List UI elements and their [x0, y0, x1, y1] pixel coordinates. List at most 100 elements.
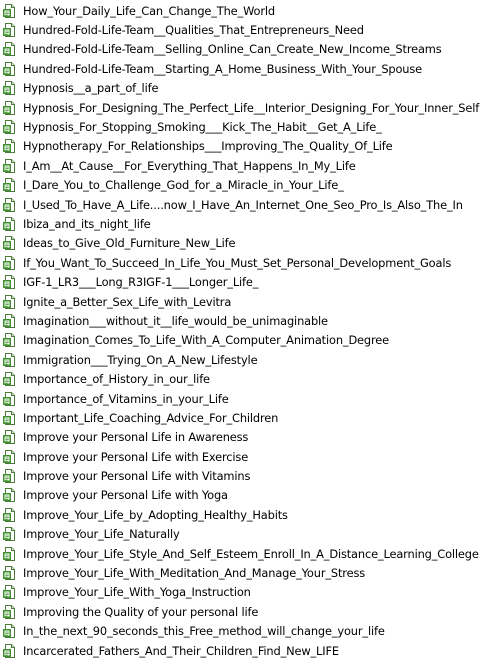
file-name: Immigration___Trying_On_A_New_Lifestyle — [23, 352, 258, 367]
text-document-icon — [3, 430, 15, 445]
text-document-icon — [3, 23, 15, 38]
file-list-item[interactable]: Incarcerated_Fathers_And_Their_Children_… — [0, 641, 500, 660]
text-document-icon — [3, 197, 15, 212]
file-list: How_Your_Daily_Life_Can_Change_The_World… — [0, 0, 500, 665]
file-list-item[interactable]: Improve your Personal Life with Exercise — [0, 447, 500, 466]
file-name: How_Your_Daily_Life_Can_Change_The_World — [23, 3, 275, 18]
file-name: Hundred-Fold-Life-Team__Qualities_That_E… — [23, 23, 364, 38]
file-list-item[interactable]: I_Am__At_Cause__For_Everything_That_Happ… — [0, 156, 500, 175]
file-list-item[interactable]: Hypnotherapy_For_Relationships___Improvi… — [0, 137, 500, 156]
file-list-item[interactable]: Improving the Quality of your personal l… — [0, 602, 500, 621]
file-list-item[interactable]: Imagination___without_it__life_would_be_… — [0, 311, 500, 330]
file-name: Incarcerated_Fathers_And_Their_Children_… — [23, 643, 339, 658]
file-name: Hypnosis_For_Designing_The_Perfect_Life_… — [23, 100, 480, 115]
text-document-icon — [3, 236, 15, 251]
file-list-item[interactable]: Hypnosis_For_Designing_The_Perfect_Life_… — [0, 98, 500, 117]
file-list-item[interactable]: Improve your Personal Life in Awareness — [0, 428, 500, 447]
file-list-item[interactable]: Improve_Your_Life_With_Meditation_And_Ma… — [0, 563, 500, 582]
text-document-icon — [3, 488, 15, 503]
file-name: I_Used_To_Have_A_Life....now_I_Have_An_I… — [23, 197, 463, 212]
text-document-icon — [3, 139, 15, 154]
file-list-item[interactable]: Ibiza_and_its_night_life — [0, 214, 500, 233]
file-name: Ignite_a_Better_Sex_Life_with_Levitra — [23, 294, 232, 309]
file-list-item[interactable]: In_the_next_90_seconds_this_Free_method_… — [0, 622, 500, 641]
file-list-item[interactable]: I_Dare_You_to_Challenge_God_for_a_Miracl… — [0, 176, 500, 195]
text-document-icon — [3, 216, 15, 231]
file-list-item[interactable]: Ideas_to_Give_Old_Furniture_New_Life — [0, 234, 500, 253]
text-document-icon — [3, 566, 15, 581]
text-document-icon — [3, 507, 15, 522]
file-name: Improve_Your_Life_Naturally — [23, 527, 180, 542]
file-list-item[interactable]: Improve_Your_Life_With_Yoga_Instruction — [0, 583, 500, 602]
file-list-item[interactable]: Important_Life_Coaching_Advice_For_Child… — [0, 408, 500, 427]
file-name: Importance_of_Vitamins_in_your_Life — [23, 391, 229, 406]
file-name: In_the_next_90_seconds_this_Free_method_… — [23, 624, 385, 639]
file-list-item[interactable]: If_You_Want_To_Succeed_In_Life_You_Must_… — [0, 253, 500, 272]
file-list-item[interactable]: Improve your Personal Life with Yoga — [0, 486, 500, 505]
text-document-icon — [3, 333, 15, 348]
file-name: Improve your Personal Life with Yoga — [23, 488, 228, 503]
file-name: If_You_Want_To_Succeed_In_Life_You_Must_… — [23, 255, 452, 270]
file-list-item[interactable]: Hundred-Fold-Life-Team__Qualities_That_E… — [0, 20, 500, 39]
file-list-item[interactable]: Hypnosis_For_Stopping_Smoking___Kick_The… — [0, 117, 500, 136]
file-name: I_Dare_You_to_Challenge_God_for_a_Miracl… — [23, 178, 344, 193]
file-name: Improve_Your_Life_by_Adopting_Healthy_Ha… — [23, 507, 288, 522]
file-name: Improve_Your_Life_With_Meditation_And_Ma… — [23, 566, 366, 581]
text-document-icon — [3, 275, 15, 290]
file-name: Hypnosis_For_Stopping_Smoking___Kick_The… — [23, 120, 382, 135]
text-document-icon — [3, 585, 15, 600]
text-document-icon — [3, 158, 15, 173]
text-document-icon — [3, 120, 15, 135]
file-name: Hundred-Fold-Life-Team__Starting_A_Home_… — [23, 61, 423, 76]
text-document-icon — [3, 3, 15, 18]
file-name: I_Am__At_Cause__For_Everything_That_Happ… — [23, 158, 356, 173]
file-list-item[interactable]: Improve your Personal Life with Vitamins — [0, 466, 500, 485]
file-list-item[interactable]: Improve_Your_Life_by_Adopting_Healthy_Ha… — [0, 505, 500, 524]
file-name: Improving the Quality of your personal l… — [23, 604, 259, 619]
file-list-item[interactable]: Ignite_a_Better_Sex_Life_with_Levitra — [0, 292, 500, 311]
file-list-item[interactable]: Hundred-Fold-Life-Team__Selling_Online_C… — [0, 40, 500, 59]
text-document-icon — [3, 294, 15, 309]
text-document-icon — [3, 178, 15, 193]
file-list-item[interactable]: Improve_Your_Life_Style_And_Self_Esteem_… — [0, 544, 500, 563]
file-list-item[interactable]: Importance_of_Vitamins_in_your_Life — [0, 389, 500, 408]
text-document-icon — [3, 643, 15, 658]
file-list-item[interactable]: Hundred-Fold-Life-Team__Starting_A_Home_… — [0, 59, 500, 78]
file-list-item[interactable]: Imagination_Comes_To_Life_With_A_Compute… — [0, 331, 500, 350]
file-name: IGF-1_LR3___Long_R3IGF-1___Longer_Life_ — [23, 275, 259, 290]
text-document-icon — [3, 410, 15, 425]
text-document-icon — [3, 255, 15, 270]
file-list-item[interactable]: Immigration___Trying_On_A_New_Lifestyle — [0, 350, 500, 369]
file-name: Ibiza_and_its_night_life — [23, 216, 151, 231]
file-list-item[interactable]: Hypnosis__a_part_of_life — [0, 79, 500, 98]
file-list-item[interactable]: How_Your_Daily_Life_Can_Change_The_World — [0, 1, 500, 20]
text-document-icon — [3, 391, 15, 406]
text-document-icon — [3, 81, 15, 96]
file-name: Improve_Your_Life_With_Yoga_Instruction — [23, 585, 251, 600]
text-document-icon — [3, 624, 15, 639]
file-name: Hypnosis__a_part_of_life — [23, 81, 159, 96]
text-document-icon — [3, 100, 15, 115]
file-list-item[interactable]: IGF-1_LR3___Long_R3IGF-1___Longer_Life_ — [0, 272, 500, 291]
file-list-item[interactable]: Improve_Your_Life_Naturally — [0, 525, 500, 544]
text-document-icon — [3, 61, 15, 76]
text-document-icon — [3, 352, 15, 367]
file-list-item[interactable]: Importance_of_History_in_our_life — [0, 369, 500, 388]
text-document-icon — [3, 449, 15, 464]
file-name: Improve your Personal Life with Vitamins — [23, 469, 251, 484]
file-name: Imagination___without_it__life_would_be_… — [23, 313, 328, 328]
file-name: Improve_Your_Life_Style_And_Self_Esteem_… — [23, 546, 479, 561]
file-name: Hundred-Fold-Life-Team__Selling_Online_C… — [23, 42, 442, 57]
text-document-icon — [3, 546, 15, 561]
text-document-icon — [3, 372, 15, 387]
text-document-icon — [3, 42, 15, 57]
text-document-icon — [3, 313, 15, 328]
file-name: Importance_of_History_in_our_life — [23, 372, 210, 387]
text-document-icon — [3, 527, 15, 542]
file-list-item[interactable]: I_Used_To_Have_A_Life....now_I_Have_An_I… — [0, 195, 500, 214]
file-name: Imagination_Comes_To_Life_With_A_Compute… — [23, 333, 389, 348]
text-document-icon — [3, 469, 15, 484]
file-name: Hypnotherapy_For_Relationships___Improvi… — [23, 139, 393, 154]
file-name: Important_Life_Coaching_Advice_For_Child… — [23, 410, 279, 425]
file-name: Improve your Personal Life with Exercise — [23, 449, 249, 464]
